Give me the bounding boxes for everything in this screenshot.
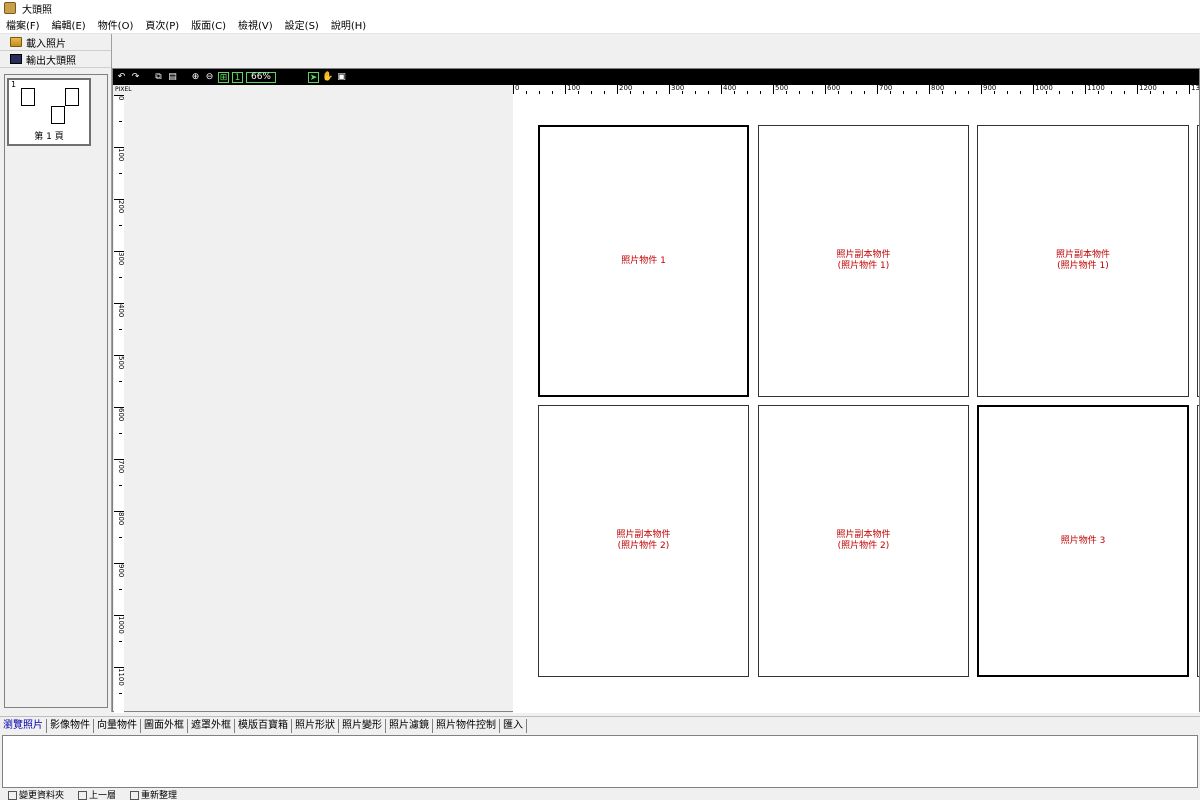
- save-icon: [10, 54, 22, 64]
- photo-frame[interactable]: 照片副本物件 (照片物件 2): [538, 405, 749, 677]
- photo-frame[interactable]: 照片物件 1: [538, 125, 749, 397]
- ruler-tick: 1000: [1033, 85, 1053, 94]
- ruler-tick: 700: [114, 459, 124, 473]
- ruler-tick: 1100: [1085, 85, 1105, 94]
- ruler-unit-label: PIXEL: [115, 86, 132, 93]
- copy-icon[interactable]: ⧉: [153, 72, 164, 83]
- zoom-level[interactable]: 66%: [246, 71, 276, 83]
- tab-image-objects[interactable]: 影像物件: [47, 718, 94, 733]
- ruler-tick: 800: [114, 511, 124, 525]
- thumbnail-photo: [21, 88, 35, 106]
- load-photo-button[interactable]: 載入照片: [0, 34, 111, 51]
- thumbnail-photo: [65, 88, 79, 106]
- page-thumbnail[interactable]: 1 第 1 頁: [7, 78, 91, 146]
- menu-file[interactable]: 檔案(F): [0, 17, 46, 32]
- ruler-tick: 300: [114, 251, 124, 265]
- photo-browser-panel: [2, 735, 1198, 788]
- photo-label: 照片物件 3: [1060, 535, 1106, 546]
- page-thumbnail-number: 1: [11, 80, 17, 89]
- menu-page[interactable]: 頁次(P): [139, 17, 185, 32]
- photo-frame[interactable]: 照片副本物件 (照片物件 1): [758, 125, 969, 397]
- ruler-tick: 900: [114, 563, 124, 577]
- ruler-tick: 1000: [114, 615, 124, 634]
- tab-photo-filter[interactable]: 照片濾鏡: [386, 718, 433, 733]
- menu-edit[interactable]: 編輯(E): [46, 17, 92, 32]
- tab-photo-object-control[interactable]: 照片物件控制: [433, 718, 500, 733]
- zoom-out-icon[interactable]: ⊖: [204, 72, 215, 83]
- paste-icon[interactable]: ▤: [167, 72, 178, 83]
- page-thumbnail-list: 1 第 1 頁: [4, 74, 108, 708]
- ruler-tick: 400: [114, 303, 124, 317]
- menu-settings[interactable]: 設定(S): [279, 17, 325, 32]
- ruler-tick: 1300: [1189, 85, 1199, 94]
- tab-template-box[interactable]: 模版百寶箱: [235, 718, 292, 733]
- menu-view[interactable]: 檢視(V): [232, 17, 279, 32]
- ruler-tick: 200: [114, 199, 124, 213]
- export-label: 輸出大頭照: [26, 55, 76, 67]
- up-level-button[interactable]: 上一層: [78, 789, 116, 800]
- menu-layout[interactable]: 版面(C): [185, 17, 232, 32]
- actual-size-icon[interactable]: 1: [232, 71, 243, 83]
- ruler-tick: 0: [513, 85, 520, 94]
- thumbnail-photo: [51, 106, 65, 124]
- title-bar: 大頭照: [0, 0, 1200, 16]
- ruler-tick: 1100: [114, 667, 124, 686]
- redo-icon[interactable]: ↷: [130, 72, 141, 83]
- window-title: 大頭照: [22, 4, 52, 16]
- select-area-icon[interactable]: ▣: [336, 72, 347, 83]
- vertical-ruler: 0 100 200 300 400 500 600 700 800 900 10…: [114, 95, 124, 713]
- ruler-tick: 600: [114, 407, 124, 421]
- tab-photo-shape[interactable]: 照片形狀: [292, 718, 339, 733]
- photo-label: 照片副本物件 (照片物件 1): [1055, 250, 1110, 271]
- photo-frame[interactable]: 照片副本物件 (照片物件 2): [758, 405, 969, 677]
- export-button[interactable]: 輸出大頭照: [0, 51, 111, 68]
- photo-frame-partial[interactable]: [1197, 125, 1199, 397]
- tab-photo-transform[interactable]: 照片變形: [339, 718, 386, 733]
- photo-frame[interactable]: 照片物件 3: [977, 405, 1189, 677]
- pointer-icon[interactable]: ➤: [308, 71, 319, 83]
- hand-icon[interactable]: ✋: [322, 72, 333, 83]
- photo-label: 照片物件 1: [621, 255, 666, 266]
- print-page: 照片物件 1 照片副本物件 (照片物件 1) 照片副本物件 (照片物件 1) 照片副…: [513, 95, 1199, 713]
- upper-toolbar-area: [112, 34, 1200, 68]
- page-thumbnail-label: 第 1 頁: [34, 132, 64, 142]
- ruler-tick: 100: [114, 147, 124, 161]
- tab-frames[interactable]: 圖面外框: [141, 718, 188, 733]
- photo-label: 照片副本物件 (照片物件 1): [836, 250, 891, 271]
- horizontal-ruler: 0 100 200 300 400 500 600 700 800 900 10…: [513, 85, 1199, 95]
- refresh-icon: [130, 791, 140, 800]
- photo-label: 照片副本物件 (照片物件 2): [616, 530, 671, 551]
- tab-import[interactable]: 匯入: [500, 718, 527, 733]
- photo-frame-partial[interactable]: [1197, 405, 1199, 677]
- photo-frame[interactable]: 照片副本物件 (照片物件 1): [977, 125, 1189, 397]
- left-panel: 載入照片 輸出大頭照 1 第 1 頁: [0, 34, 112, 712]
- menu-object[interactable]: 物件(O): [92, 17, 140, 32]
- bottom-tab-bar: 瀏覽照片 影像物件 向量物件 圖面外框 遮罩外框 模版百寶箱 照片形狀 照片變形…: [0, 716, 1200, 734]
- ruler-tick: 1200: [1137, 85, 1157, 94]
- zoom-in-icon[interactable]: ⊕: [190, 72, 201, 83]
- ruler-tick: 0: [114, 95, 124, 100]
- app-icon: [4, 2, 16, 14]
- tab-vector-objects[interactable]: 向量物件: [94, 718, 141, 733]
- ruler-tick: 500: [114, 355, 124, 369]
- photo-label: 照片副本物件 (照片物件 2): [836, 530, 891, 551]
- folder-icon: [8, 791, 17, 800]
- refresh-button[interactable]: 重新整理: [130, 789, 177, 800]
- bottom-toolbar: 變更資料夾 上一層 重新整理: [0, 789, 1200, 800]
- tab-browse-photos[interactable]: 瀏覽照片: [0, 718, 47, 733]
- menu-bar: 檔案(F) 編輯(E) 物件(O) 頁次(P) 版面(C) 檢視(V) 設定(S…: [0, 16, 1200, 34]
- load-photo-label: 載入照片: [26, 38, 66, 50]
- menu-help[interactable]: 說明(H): [325, 17, 372, 32]
- change-folder-button[interactable]: 變更資料夾: [8, 789, 64, 800]
- canvas-frame: ↶ ↷ ⧉ ▤ ⊕ ⊖ ⊞ 1 66% ➤ ✋ ▣ PIXEL 0 100 20…: [112, 68, 1200, 713]
- undo-icon[interactable]: ↶: [116, 72, 127, 83]
- folder-open-icon: [10, 37, 22, 47]
- tab-mask-frames[interactable]: 遮罩外框: [188, 718, 235, 733]
- canvas-toolbar: ↶ ↷ ⧉ ▤ ⊕ ⊖ ⊞ 1 66% ➤ ✋ ▣: [113, 69, 1199, 85]
- up-arrow-icon: [78, 791, 88, 800]
- fit-page-icon[interactable]: ⊞: [218, 71, 229, 83]
